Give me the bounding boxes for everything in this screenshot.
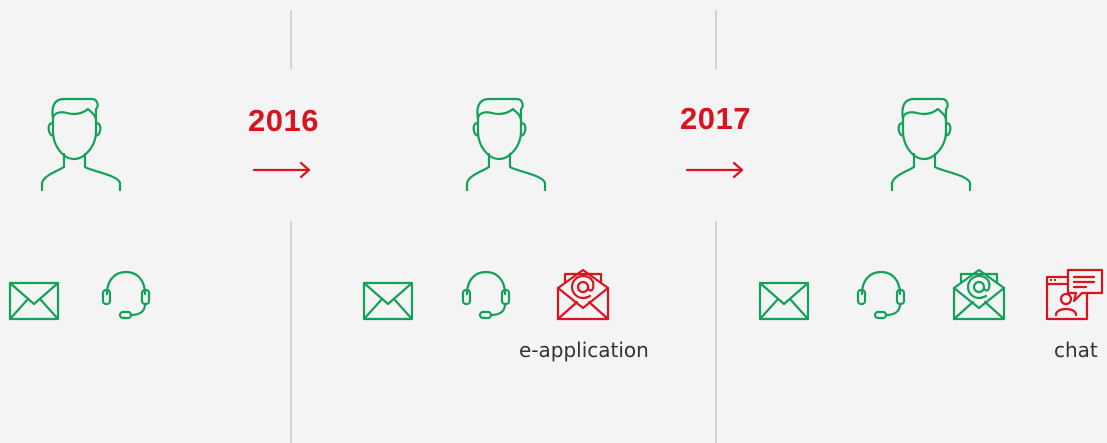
divider-1-bottom <box>290 221 292 443</box>
email-at-icon <box>556 268 610 321</box>
person-icon <box>890 97 972 192</box>
headset-icon <box>856 270 906 320</box>
transition-year: 2017 <box>680 101 751 136</box>
channel-label: e-application <box>519 338 649 362</box>
envelope-icon <box>8 281 60 321</box>
transition-year: 2016 <box>248 103 319 138</box>
arrow-right-icon <box>685 160 746 180</box>
envelope-icon <box>758 281 810 321</box>
divider-2-bottom <box>715 221 717 443</box>
email-at-icon <box>952 268 1006 321</box>
divider-1-top <box>290 10 292 69</box>
divider-2-top <box>715 10 717 69</box>
person-icon <box>465 97 547 192</box>
headset-icon <box>101 270 151 320</box>
channel-label: chat <box>1054 338 1098 362</box>
arrow-right-icon <box>252 160 313 180</box>
person-icon <box>40 97 122 192</box>
envelope-icon <box>362 281 414 321</box>
chat-window-icon <box>1045 268 1104 321</box>
headset-icon <box>461 270 511 320</box>
